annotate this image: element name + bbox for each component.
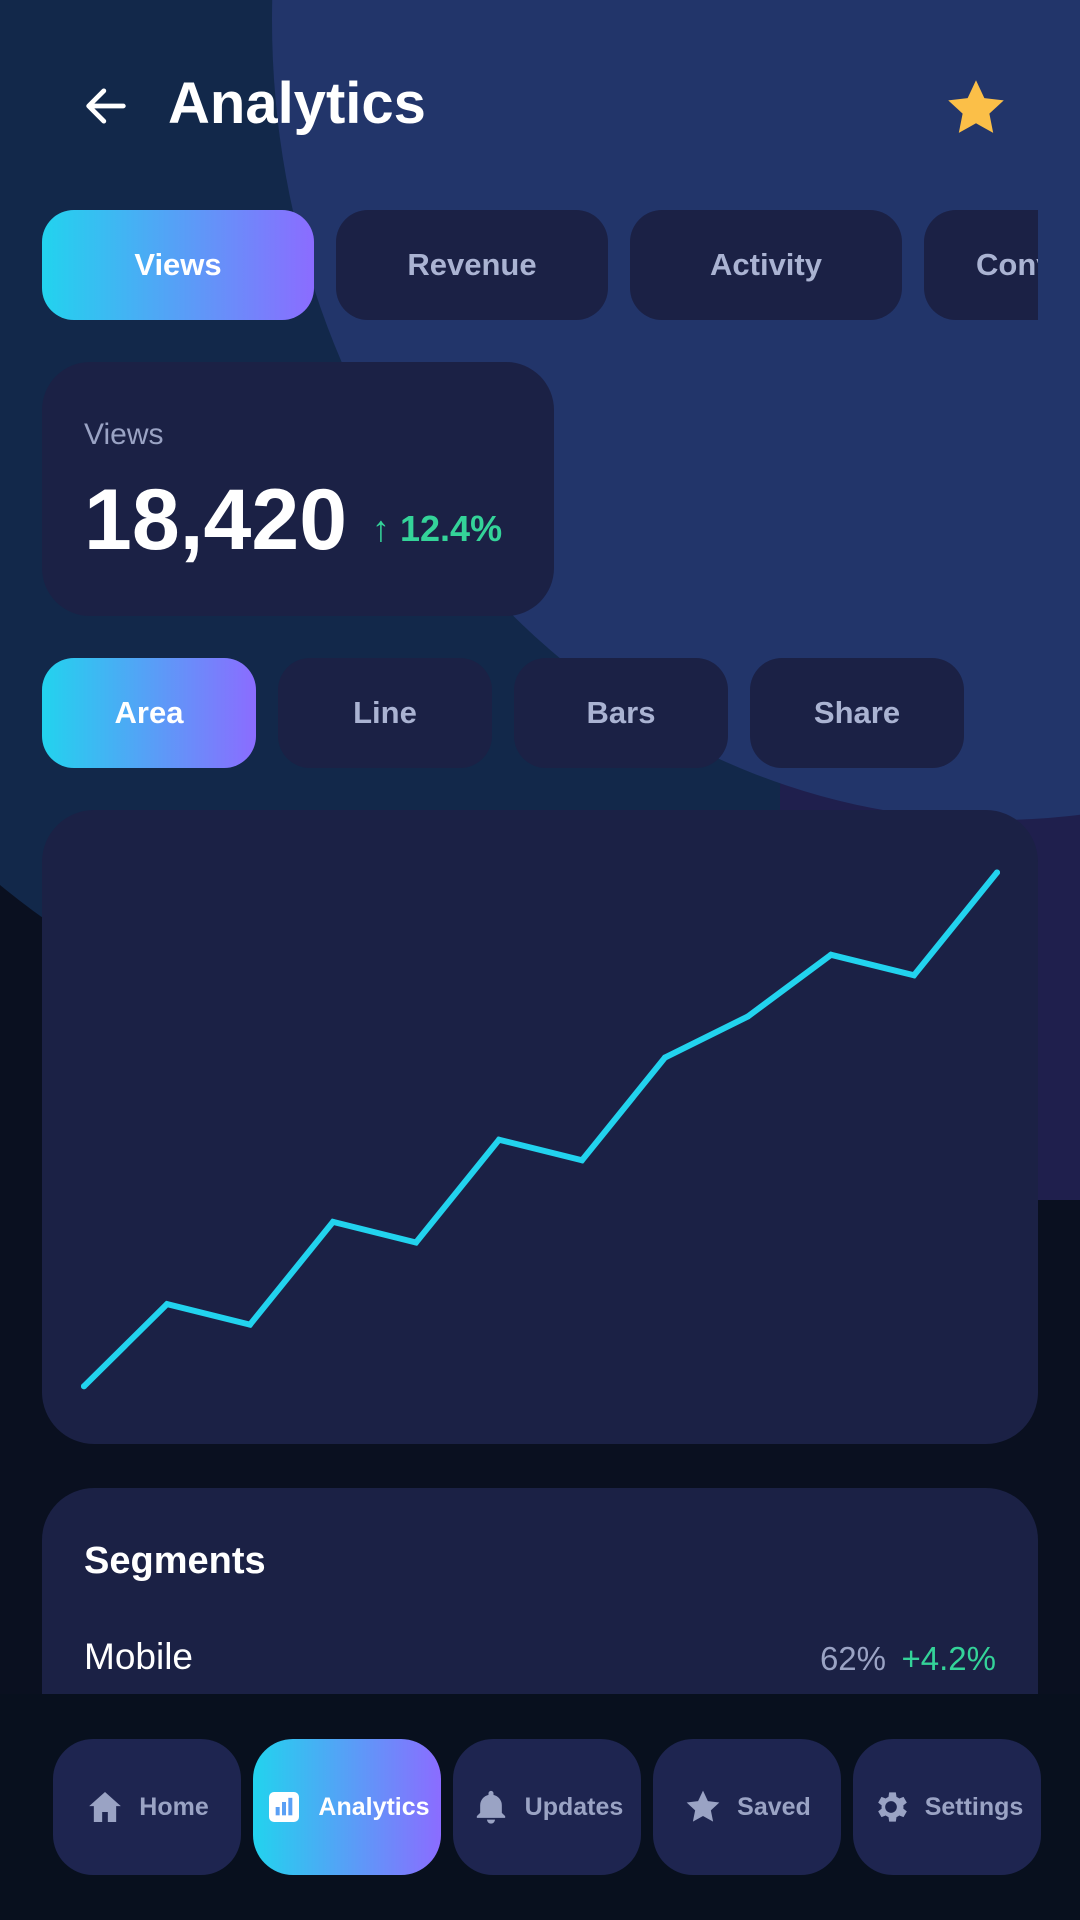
arrow-left-icon [86,88,126,124]
nav-saved[interactable]: Saved [653,1739,841,1875]
chip-line[interactable]: Line [278,658,492,768]
chart-point-10 [911,972,917,979]
tab-activity[interactable]: Activity [630,210,902,320]
chart-point-1 [164,1301,170,1308]
segment-row[interactable]: Mobile 62% +4.2% [84,1636,996,1686]
star-icon [948,80,1004,133]
chip-share[interactable]: Share [750,658,964,768]
chart-point-0 [81,1383,87,1390]
segment-delta: +4.2% [901,1640,997,1677]
kpi-card: Views 18,420 ↑ 12.4% [42,362,554,616]
metric-tabs: Views Revenue Activity Conversions [42,210,1038,320]
chart-point-6 [579,1157,585,1164]
page-title: Analytics [168,71,426,136]
segments-title: Segments [84,1540,266,1582]
kpi-label: Views [84,418,164,451]
analytics-icon [264,1787,304,1827]
chart-card [42,810,1038,1444]
chart-point-3 [330,1218,336,1225]
nav-home[interactable]: Home [53,1739,241,1875]
nav-analytics[interactable]: Analytics [253,1739,441,1875]
bell-icon [471,1787,511,1827]
segment-name: Mobile [84,1636,193,1677]
chart-point-2 [247,1321,253,1328]
nav-updates-label: Updates [524,1792,624,1821]
chip-bars[interactable]: Bars [514,658,728,768]
bottom-navigation: Home Analytics Updates Saved Settings [0,1694,1080,1920]
app-header: Analytics [0,0,1080,210]
kpi-value: 18,420 [84,472,348,568]
nav-updates[interactable]: Updates [453,1739,641,1875]
chip-area[interactable]: Area [42,658,256,768]
segments-card: Segments Mobile 62% +4.2% [42,1488,1038,1694]
tab-views[interactable]: Views [42,210,314,320]
nav-settings-label: Settings [924,1792,1024,1821]
chart-type-chips: Area Line Bars Share [42,658,1042,768]
chart-point-7 [662,1054,668,1061]
nav-analytics-label: Analytics [318,1792,430,1821]
back-button[interactable] [70,70,142,142]
kpi-delta: ↑ 12.4% [372,508,503,549]
chart-point-5 [496,1136,502,1143]
chart-point-4 [413,1239,419,1246]
chart-series-line [81,869,1000,1390]
home-icon [85,1787,125,1827]
star-icon [683,1787,723,1827]
chart-point-8 [745,1013,751,1020]
gear-icon [871,1787,911,1827]
segment-percent: 62% [819,1640,886,1677]
tab-conversions[interactable]: Conversions [924,210,1038,320]
nav-home-label: Home [139,1792,209,1821]
nav-saved-label: Saved [737,1792,811,1821]
line-chart [81,869,1000,1390]
tab-revenue[interactable]: Revenue [336,210,608,320]
favorite-button[interactable] [942,74,1010,142]
chart-point-9 [828,951,834,958]
nav-settings[interactable]: Settings [853,1739,1041,1875]
chart-point-11 [994,869,1000,876]
